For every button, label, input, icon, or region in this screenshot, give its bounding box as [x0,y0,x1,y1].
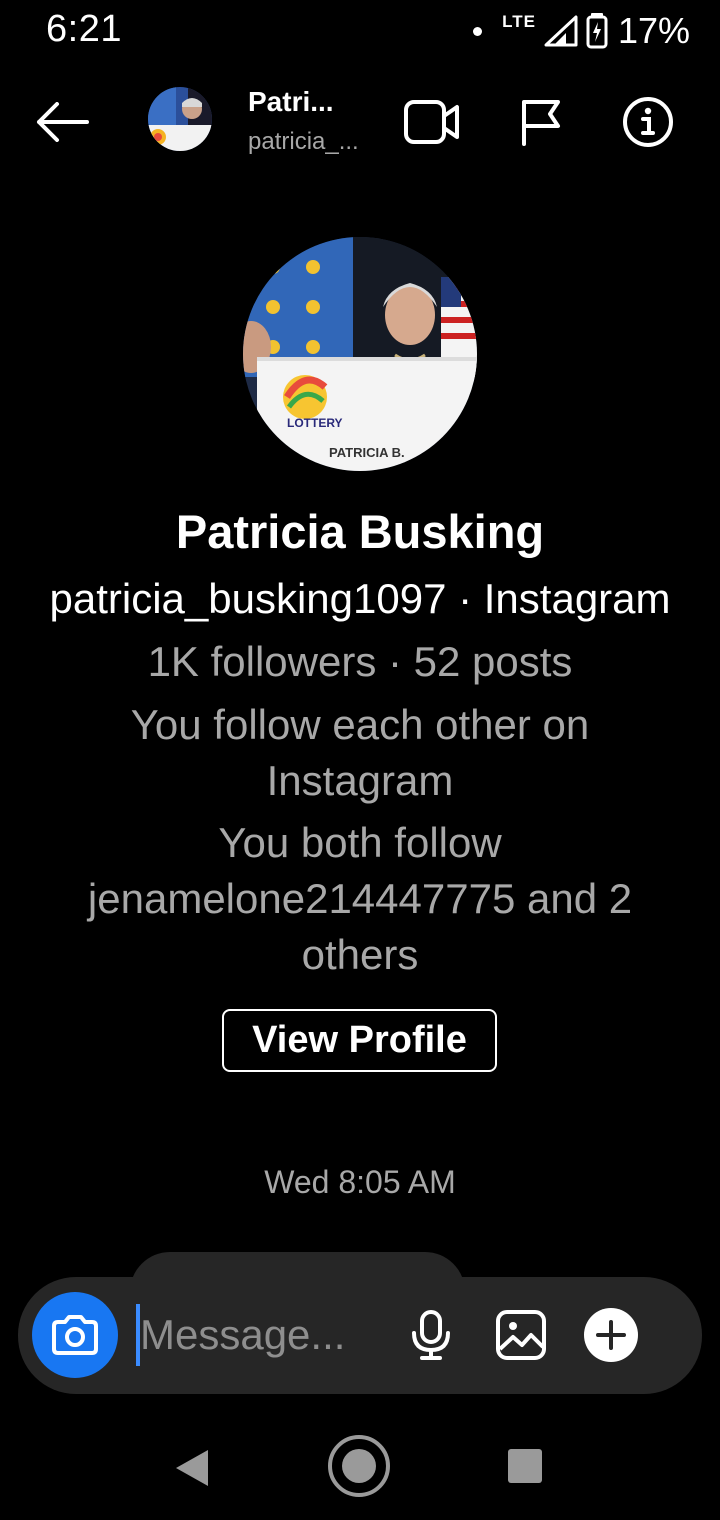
photo-caption: PATRICIA B. [329,445,405,460]
voice-message-button[interactable] [400,1304,462,1366]
plus-icon [584,1308,638,1362]
message-timestamp: Wed 8:05 AM [264,1164,456,1200]
flag-icon [522,100,560,146]
system-nav-bar [0,1420,720,1520]
view-profile-button[interactable]: View Profile [222,1009,497,1072]
avatar-photo [148,87,212,151]
profile-handle: patricia_busking1097 · Instagram [49,575,671,622]
message-input[interactable]: Message... [136,1302,345,1368]
header-contact-username[interactable]: patricia_... [248,128,359,156]
header-contact-name[interactable]: Patri... [248,86,334,118]
network-type-label: LTE [502,12,536,31]
battery-percent: 17% [617,10,690,51]
notification-dot-icon [473,26,483,36]
status-time: 6:21 [46,8,122,50]
gallery-icon [496,1310,546,1360]
dm-thread-screen: 6:21 LTE 17% Patri... patricia_... LOTTE… [0,0,720,1520]
info-button[interactable] [618,94,678,150]
battery-charging-icon [586,13,608,49]
camera-button[interactable] [32,1292,118,1378]
nav-recents-icon[interactable] [506,1447,544,1485]
chat-header: Patri... patricia_... [0,80,720,164]
microphone-icon [412,1310,450,1360]
status-indicators: LTE 17% [473,10,690,52]
nav-back-icon[interactable] [170,1446,214,1490]
nav-home-icon[interactable] [327,1434,391,1498]
video-call-icon [404,100,459,144]
profile-avatar[interactable]: LOTTERY PATRICIA B. [243,237,477,471]
back-arrow-icon [37,102,89,142]
header-avatar[interactable] [148,87,212,151]
mutual-friends-text: You both follow jenamelone214447775 and … [87,819,633,978]
profile-name: Patricia Busking [175,505,545,558]
more-options-button[interactable] [580,1304,642,1366]
profile-stats: 1K followers · 52 posts [147,638,573,685]
status-bar: 6:21 LTE 17% [0,0,720,62]
profile-photo: LOTTERY PATRICIA B. [243,237,477,471]
photo-logo-text: LOTTERY [287,416,343,430]
back-button[interactable] [30,94,94,150]
camera-icon [52,1315,98,1355]
info-icon [623,97,673,147]
signal-icon [544,15,578,47]
mutual-follow-text: You follow each other on Instagram [130,701,590,804]
report-flag-button[interactable] [510,94,570,150]
message-input-placeholder: Message... [140,1311,346,1358]
video-call-button[interactable] [402,94,462,150]
gallery-button[interactable] [490,1304,552,1366]
